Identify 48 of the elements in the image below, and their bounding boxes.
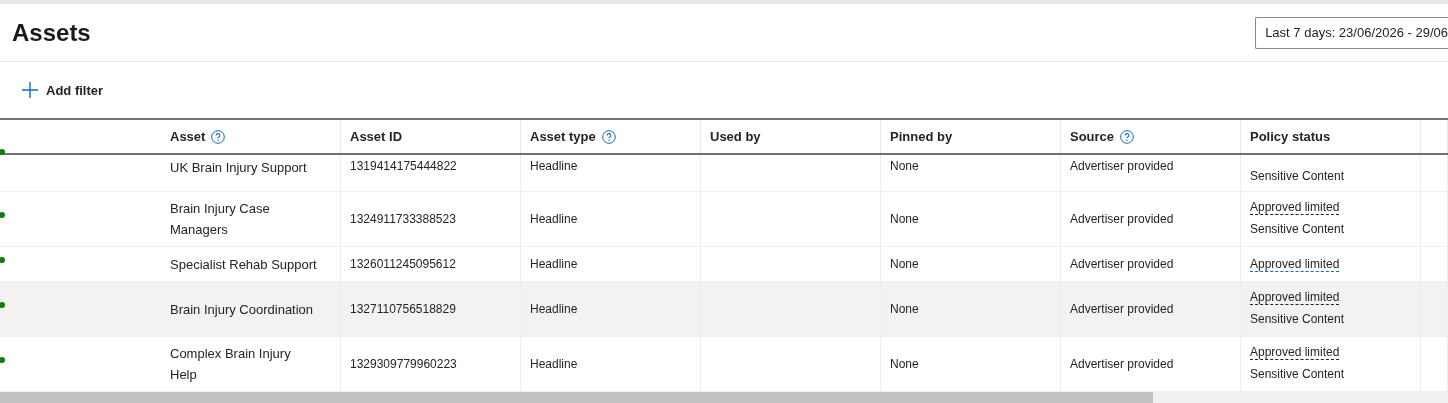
asset-type: Headline	[530, 301, 578, 318]
asset-type: Headline	[530, 256, 578, 273]
help-icon[interactable]	[601, 129, 616, 144]
policy-detail: Sensitive Content	[1250, 221, 1345, 238]
help-icon[interactable]	[1120, 129, 1135, 144]
date-range-picker[interactable]: Last 7 days: 23/06/2026 - 29/06	[1255, 16, 1448, 49]
policy-detail: Sensitive Content	[1250, 366, 1345, 383]
asset-source: Advertiser provided	[1070, 158, 1174, 175]
policy-status-link[interactable]: Approved limited	[1250, 256, 1340, 272]
column-header[interactable]: Asset ID	[350, 129, 403, 144]
add-filter-button[interactable]: Add filter	[22, 80, 104, 100]
help-icon[interactable]	[211, 129, 226, 144]
pinned-by: None	[890, 356, 919, 373]
column-header[interactable]: Asset type	[530, 129, 596, 144]
policy-detail: Sensitive Content	[1250, 311, 1345, 328]
scrollbar-thumb[interactable]	[0, 392, 1153, 403]
asset-source: Advertiser provided	[1070, 256, 1174, 273]
asset-type: Headline	[530, 356, 578, 373]
column-header[interactable]: Source	[1070, 129, 1115, 144]
asset-name: Specialist Rehab Support	[170, 255, 317, 274]
asset-type: Headline	[530, 158, 578, 175]
policy-status-link[interactable]: Approved limited	[1250, 345, 1340, 360]
pinned-by: None	[890, 158, 919, 175]
pinned-by: None	[890, 256, 919, 273]
asset-name: Complex Brain Injury Help	[170, 345, 292, 384]
plus-icon	[22, 82, 38, 98]
column-header[interactable]: Used by	[710, 129, 761, 144]
asset-name: UK Brain Injury Support	[170, 159, 307, 177]
page-title: Assets	[12, 18, 91, 47]
asset-source: Advertiser provided	[1070, 301, 1174, 318]
asset-id: 1326011245095612	[350, 256, 456, 273]
column-header[interactable]: Policy status	[1250, 129, 1331, 144]
asset-source: Advertiser provided	[1070, 211, 1174, 228]
pinned-by: None	[890, 211, 919, 228]
pinned-by: None	[890, 301, 919, 318]
policy-status-link[interactable]: Approved limited	[1250, 290, 1340, 305]
policy-status-link[interactable]: Approved limited	[1250, 200, 1340, 215]
column-header[interactable]: Asset	[170, 129, 206, 144]
column-header[interactable]: Pinned by	[890, 129, 953, 144]
policy-detail: Sensitive Content	[1250, 168, 1345, 185]
asset-name: Brain Injury Case Managers	[170, 200, 271, 239]
asset-id: 1324911733388523	[350, 211, 456, 228]
asset-source: Advertiser provided	[1070, 356, 1174, 373]
asset-type: Headline	[530, 211, 578, 228]
asset-id: 1329309779960223	[350, 356, 457, 373]
asset-id: 1327110756518829	[350, 301, 456, 318]
asset-name: Brain Injury Coordination	[170, 300, 314, 319]
asset-id: 1319414175444822	[350, 158, 457, 175]
